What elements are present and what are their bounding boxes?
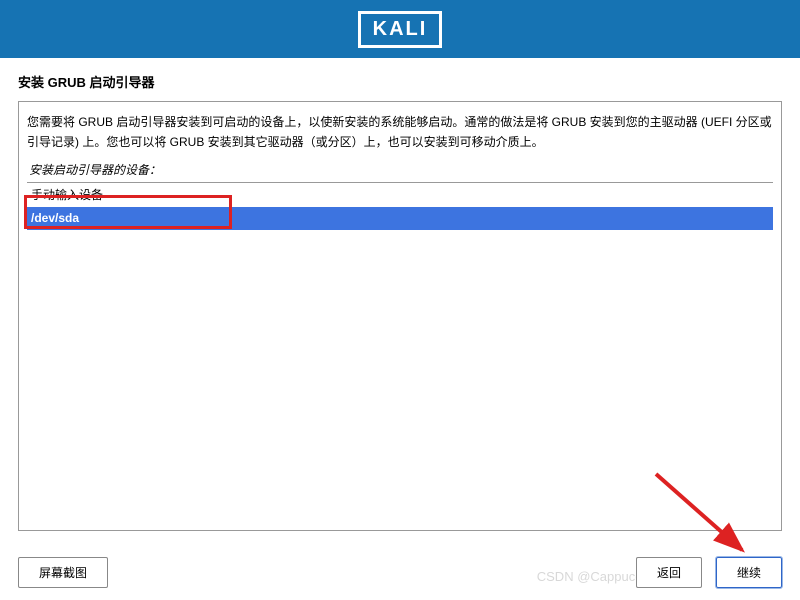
device-list: 手动输入设备 /dev/sda	[27, 182, 773, 230]
installer-header: KALI	[0, 0, 800, 58]
footer-bar: 屏幕截图 返回 继续	[0, 557, 800, 588]
option-dev-sda[interactable]: /dev/sda	[27, 207, 773, 230]
screenshot-button[interactable]: 屏幕截图	[18, 557, 108, 588]
option-manual-entry[interactable]: 手动输入设备	[27, 183, 773, 207]
instruction-text: 您需要将 GRUB 启动引导器安装到可启动的设备上，以使新安装的系统能够启动。通…	[27, 112, 773, 153]
back-button[interactable]: 返回	[636, 557, 702, 588]
content-panel: 您需要将 GRUB 启动引导器安装到可启动的设备上，以使新安装的系统能够启动。通…	[18, 101, 782, 531]
nav-button-group: 返回 继续	[636, 557, 782, 588]
page-title: 安装 GRUB 启动引导器	[0, 58, 800, 101]
kali-logo: KALI	[358, 11, 443, 48]
continue-button[interactable]: 继续	[716, 557, 782, 588]
device-field-label: 安装启动引导器的设备：	[27, 161, 773, 178]
